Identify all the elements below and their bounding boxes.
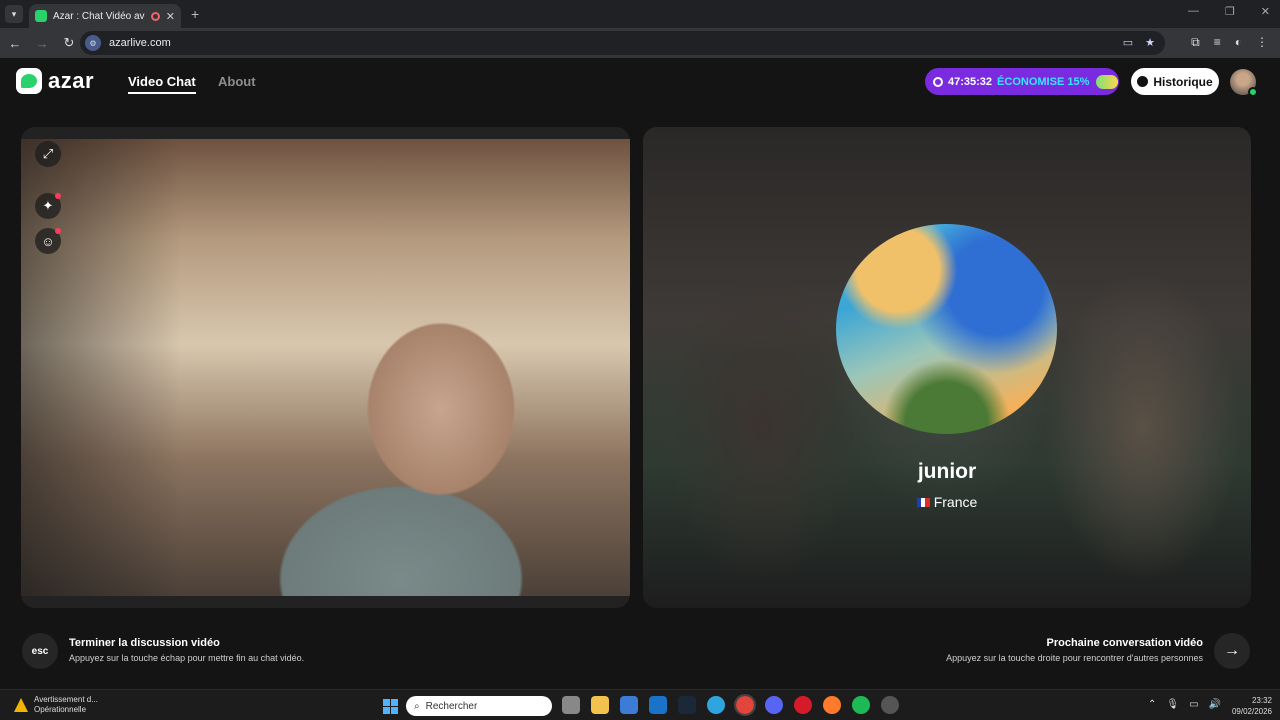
arrow-right-icon: →	[1224, 642, 1240, 659]
tab-title: Azar : Chat Vidéo avec de n	[53, 10, 145, 22]
network-icon[interactable]: ▭	[1189, 699, 1198, 710]
store-icon[interactable]	[620, 696, 638, 714]
promo-text: ÉCONOMISE 15%	[997, 75, 1090, 88]
minimize-icon[interactable]: —	[1188, 5, 1199, 18]
windows-start-icon[interactable]	[383, 699, 398, 714]
opera-icon[interactable]	[794, 696, 812, 714]
next-chat-button[interactable]: →	[1214, 633, 1250, 669]
history-button[interactable]: Historique	[1131, 68, 1219, 95]
tab-close-icon[interactable]: ✕	[166, 10, 175, 23]
url-text: azarlive.com	[109, 37, 171, 49]
azar-logo[interactable]: azar	[16, 68, 94, 94]
history-clock-icon	[1137, 76, 1149, 87]
clock-icon	[933, 76, 943, 87]
reload-icon[interactable]: ↻	[57, 35, 81, 51]
nav-about[interactable]: About	[218, 74, 256, 89]
peer-name: junior	[917, 460, 977, 483]
history-label: Historique	[1153, 74, 1213, 89]
volume-icon[interactable]: 🔊	[1209, 699, 1221, 710]
forward-icon[interactable]: →	[30, 36, 54, 51]
close-window-icon[interactable]: ✕	[1261, 5, 1270, 18]
site-info-icon[interactable]: ⚙	[85, 35, 101, 51]
file-explorer-icon[interactable]	[591, 696, 609, 714]
warning-icon	[14, 698, 28, 712]
next-chat-title: Prochaine conversation vidéo	[1046, 637, 1204, 649]
browser-toolbar: ← → ↻ ⚙ azarlive.com ▭ ★ ⧉ ≡ ◐ ⋮	[0, 28, 1280, 58]
tray-overflow-icon[interactable]: ⌃	[1148, 699, 1156, 710]
gems-icon	[1096, 74, 1119, 89]
browser-tab-strip: ▾ Azar : Chat Vidéo avec de n ✕ + — ❐ ✕	[0, 0, 1280, 28]
address-bar[interactable]: ⚙ azarlive.com ▭ ★	[80, 31, 1165, 55]
menu-icon[interactable]: ⋮	[1256, 35, 1268, 50]
cast-icon[interactable]: ▭	[1123, 36, 1133, 49]
search-icon: ⌕	[414, 700, 420, 712]
local-video-panel	[21, 127, 630, 608]
promo-badge[interactable]: 47:35:32 ÉCONOMISE 15%	[925, 68, 1119, 95]
task-view-icon[interactable]	[562, 696, 580, 714]
media-control-icon[interactable]: ≡	[1214, 35, 1221, 50]
taskbar-search[interactable]: ⌕ Rechercher	[406, 696, 552, 716]
promo-timer: 47:35:32	[948, 75, 993, 88]
spotify-icon[interactable]	[852, 696, 870, 714]
system-clock[interactable]: 23:32 09/02/2026	[1232, 695, 1272, 717]
clock-time: 23:32	[1251, 696, 1272, 705]
azar-favicon-icon	[35, 10, 47, 22]
chrome-icon[interactable]	[734, 694, 756, 716]
expand-icon[interactable]: ⤢	[35, 141, 61, 167]
maximize-icon[interactable]: ❐	[1225, 5, 1235, 18]
france-flag-icon	[916, 497, 930, 507]
peer-country: France	[643, 494, 1251, 510]
firefox-icon[interactable]	[823, 696, 841, 714]
clock-date: 09/02/2026	[1231, 707, 1272, 716]
tab-search-button[interactable]: ▾	[5, 5, 23, 23]
profile-icon[interactable]: ◐	[1235, 35, 1242, 50]
system-tray: ⌃ 🎙 ▭ 🔊	[1148, 699, 1221, 710]
remote-video-panel: junior France	[643, 127, 1251, 608]
search-placeholder: Rechercher	[425, 700, 478, 712]
user-avatar[interactable]	[1230, 69, 1258, 97]
peer-avatar-orb	[836, 224, 1057, 434]
online-status-icon	[1248, 87, 1258, 97]
end-chat-subtitle: Appuyez sur la touche échap pour mettre …	[69, 653, 305, 663]
nav-video-chat[interactable]: Video Chat	[128, 74, 196, 94]
warning-status: Opérationnelle	[34, 705, 87, 714]
window-controls: — ❐ ✕	[1188, 5, 1270, 18]
face-filter-icon[interactable]: ☺	[35, 228, 61, 254]
end-chat-title: Terminer la discussion vidéo	[69, 637, 220, 649]
end-chat-button[interactable]: esc	[22, 633, 58, 669]
new-tab-button[interactable]: +	[191, 6, 199, 22]
peer-country-label: France	[933, 494, 978, 510]
warning-notification[interactable]: Avertissement d... Opérationnelle	[14, 695, 98, 715]
windows-taskbar: Avertissement d... Opérationnelle ⌕ Rech…	[0, 689, 1280, 720]
recording-indicator-icon	[150, 11, 160, 21]
bookmark-star-icon[interactable]: ★	[1145, 36, 1155, 49]
extensions-icon[interactable]: ⧉	[1191, 35, 1200, 50]
warning-title: Avertissement d...	[34, 695, 98, 704]
steam-icon[interactable]	[678, 696, 696, 714]
next-chat-subtitle: Appuyez sur la touche droite pour rencon…	[946, 653, 1203, 663]
microphone-icon[interactable]: 🎙	[1166, 699, 1179, 710]
back-icon[interactable]: ←	[3, 36, 27, 51]
app-icon[interactable]	[881, 696, 899, 714]
magic-wand-icon[interactable]: ✦	[35, 193, 61, 219]
azar-logo-icon	[16, 68, 42, 94]
outlook-icon[interactable]	[649, 696, 667, 714]
edge-icon[interactable]	[707, 696, 725, 714]
browser-tab[interactable]: Azar : Chat Vidéo avec de n ✕	[29, 4, 181, 28]
discord-icon[interactable]	[765, 696, 783, 714]
logo-text: azar	[48, 68, 95, 93]
